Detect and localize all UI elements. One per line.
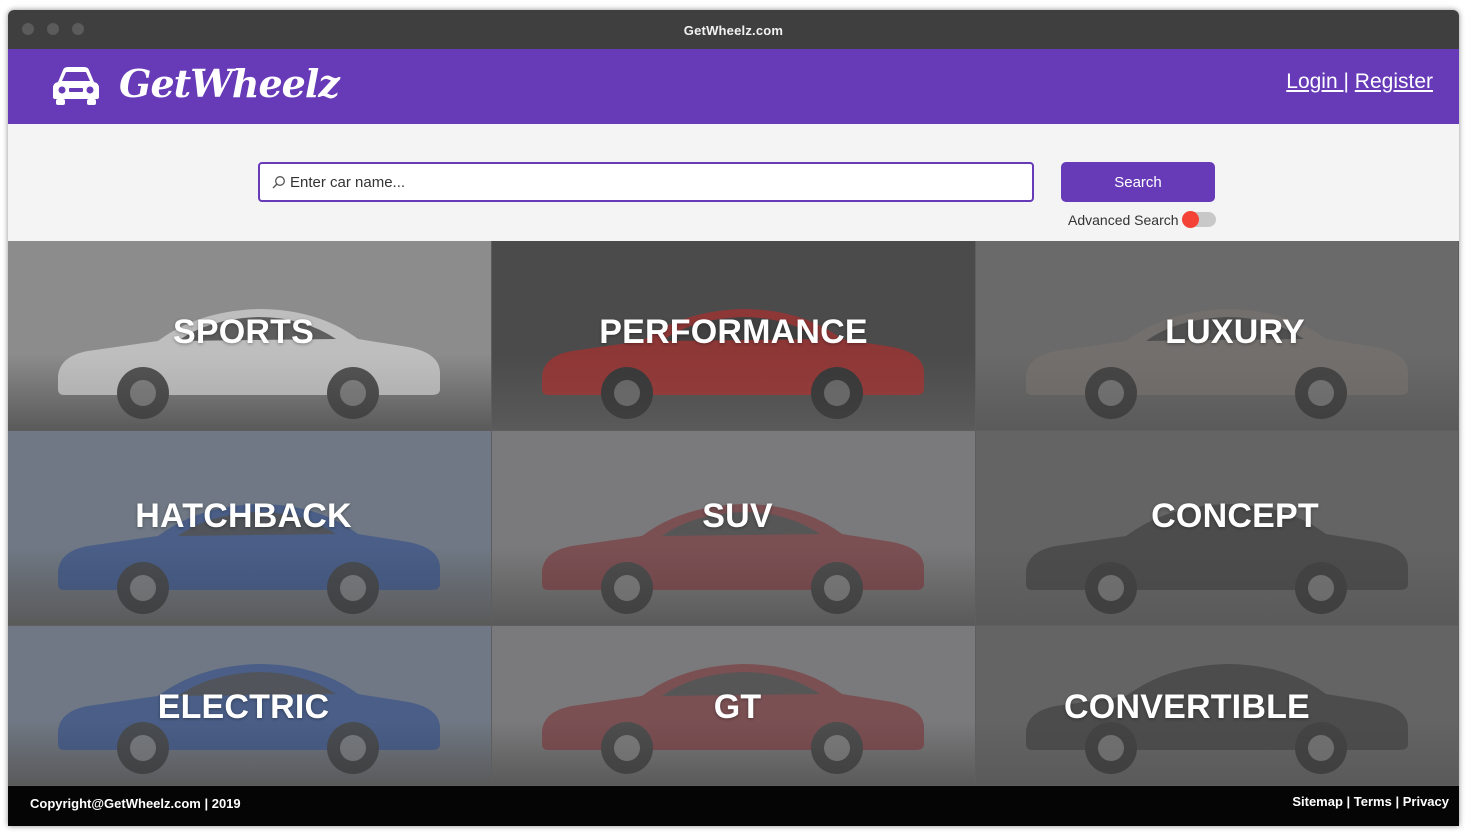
category-label-gt: GT — [713, 688, 762, 726]
register-link[interactable]: Register — [1355, 70, 1433, 93]
category-tile-convertible[interactable]: CONVERTIBLE — [976, 626, 1459, 786]
copyright-text: Copyright@GetWheelz.com | 2019 — [30, 796, 241, 811]
category-tile-suv[interactable]: SUV — [492, 431, 976, 626]
footer-links: Sitemap | Terms | Privacy — [1292, 794, 1449, 809]
category-label-performance: PERFORMANCE — [599, 313, 868, 351]
login-link[interactable]: Login — [1286, 70, 1343, 93]
search-box[interactable] — [258, 162, 1034, 202]
footer-link-privacy[interactable]: Privacy — [1403, 794, 1449, 809]
category-tile-concept[interactable]: CONCEPT — [976, 431, 1459, 626]
brand-logo-text[interactable]: GetWheelz — [119, 61, 340, 106]
category-tile-performance[interactable]: PERFORMANCE — [492, 241, 976, 431]
search-section: Search Advanced Search — [8, 124, 1459, 241]
toggle-knob — [1182, 211, 1199, 228]
category-tile-luxury[interactable]: LUXURY — [976, 241, 1459, 431]
title-bar: GetWheelz.com — [8, 10, 1459, 49]
footer-link-terms[interactable]: Terms — [1354, 794, 1392, 809]
category-label-concept: CONCEPT — [1151, 497, 1319, 535]
category-tile-electric[interactable]: ELECTRIC — [8, 626, 492, 786]
category-label-hatchback: HATCHBACK — [135, 497, 352, 535]
category-tile-sports[interactable]: SPORTS — [8, 241, 492, 431]
car-front-icon — [53, 67, 99, 105]
window-title: GetWheelz.com — [683, 23, 784, 38]
header-navbar: GetWheelz Login | Register — [8, 49, 1459, 124]
category-label-convertible: CONVERTIBLE — [1064, 688, 1310, 726]
category-label-electric: ELECTRIC — [157, 688, 330, 726]
auth-separator: | — [1343, 70, 1349, 93]
advanced-search-label: Advanced Search — [1068, 212, 1179, 228]
search-button[interactable]: Search — [1061, 162, 1215, 202]
browser-window: GetWheelz.com GetWheelz Login | Register… — [8, 10, 1459, 826]
category-label-sports: SPORTS — [172, 313, 314, 351]
category-tile-gt[interactable]: GT — [492, 626, 976, 786]
footer: Copyright@GetWheelz.com | 2019 Sitemap |… — [8, 786, 1459, 826]
search-input[interactable] — [290, 170, 1020, 194]
search-icon — [272, 176, 285, 189]
advanced-search-toggle[interactable] — [1182, 211, 1216, 228]
category-grid: SPORTS PERFORMANCE LUXURY HATCHBACK SUV CONCE… — [8, 241, 1459, 786]
category-label-luxury: LUXURY — [1165, 313, 1305, 351]
category-tile-hatchback[interactable]: HATCHBACK — [8, 431, 492, 626]
auth-links: Login | Register — [1286, 70, 1433, 94]
category-label-suv: SUV — [702, 497, 773, 535]
footer-link-sitemap[interactable]: Sitemap — [1292, 794, 1343, 809]
